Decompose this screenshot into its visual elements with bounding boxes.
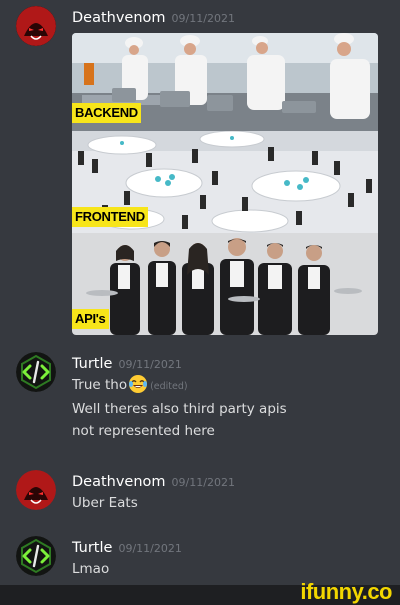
timestamp: 09/11/2021: [118, 358, 182, 371]
chat-log: Deathvenom 09/11/2021 BACKEND FRONTEND A…: [0, 0, 400, 585]
message-line[interactable]: Lmao: [72, 558, 384, 580]
message-group: Turtle 09/11/2021 Lmao: [0, 536, 400, 580]
message-group: Turtle 09/11/2021 True tho (edited) Well …: [0, 352, 400, 452]
deathvenom-avatar-icon[interactable]: [16, 470, 56, 510]
message-line[interactable]: Uber Eats: [72, 492, 384, 514]
meme-label: BACKEND: [72, 103, 141, 123]
deathvenom-avatar-icon[interactable]: [16, 6, 56, 46]
joy-emoji-icon: [129, 375, 148, 393]
message-line: True tho: [72, 377, 128, 393]
username[interactable]: Deathvenom: [72, 10, 166, 26]
username[interactable]: Deathvenom: [72, 474, 166, 490]
watermark-logo: ifunny.co: [300, 579, 392, 604]
timestamp: 09/11/2021: [171, 476, 235, 489]
meme-label: API's: [72, 309, 109, 329]
meme-image[interactable]: BACKEND FRONTEND API's: [72, 33, 378, 335]
kitchen-panel-image: BACKEND: [72, 33, 378, 131]
username[interactable]: Turtle: [72, 356, 112, 372]
message-group: Deathvenom 09/11/2021 BACKEND FRONTEND A…: [0, 6, 400, 336]
username[interactable]: Turtle: [72, 540, 112, 556]
timestamp: 09/11/2021: [171, 12, 235, 25]
turtle-code-avatar-icon[interactable]: [16, 352, 56, 392]
message-line[interactable]: Well theres also third party apis: [72, 398, 384, 420]
message-line[interactable]: not represented here: [72, 420, 384, 442]
turtle-code-avatar-icon[interactable]: [16, 536, 56, 576]
meme-label: FRONTEND: [72, 207, 148, 227]
message-group: Deathvenom 09/11/2021 Uber Eats: [0, 470, 400, 514]
watermark-bar: ifunny.co: [0, 579, 400, 605]
edited-tag: (edited): [150, 381, 188, 392]
message-text[interactable]: True tho (edited): [72, 374, 384, 398]
timestamp: 09/11/2021: [118, 542, 182, 555]
waiters-panel-image: API's: [72, 233, 378, 335]
banquet-panel-image: FRONTEND: [72, 131, 378, 233]
